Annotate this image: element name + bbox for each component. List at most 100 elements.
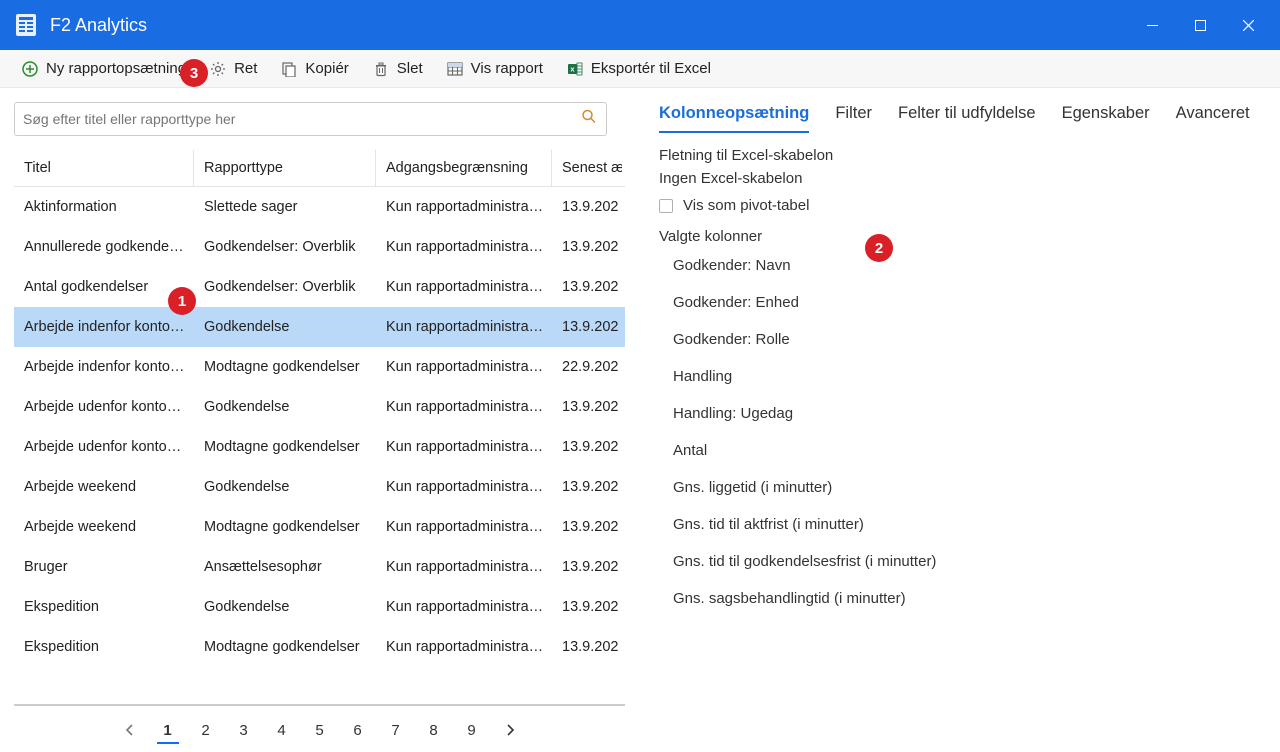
table-row[interactable]: Annullerede godkendelserGodkendelser: Ov…: [14, 227, 625, 267]
selected-column-item[interactable]: Handling: [673, 368, 1262, 385]
cell-access: Kun rapportadministratorer: [376, 319, 552, 335]
table-row[interactable]: Arbejde indenfor kontortidGodkendelseKun…: [14, 307, 625, 347]
copy-label: Kopiér: [305, 60, 348, 77]
selected-column-item[interactable]: Gns. tid til aktfrist (i minutter): [673, 516, 1262, 533]
table-row[interactable]: Arbejde weekendModtagne godkendelserKun …: [14, 507, 625, 547]
pivot-checkbox-row[interactable]: Vis som pivot-tabel: [659, 197, 1262, 214]
tab-filter[interactable]: Filter: [835, 98, 872, 133]
page-4[interactable]: 4: [271, 718, 293, 744]
cell-title: Arbejde weekend: [14, 479, 194, 495]
selected-column-item[interactable]: Godkender: Navn: [673, 257, 1262, 274]
tab-kolonneopsætning[interactable]: Kolonneopsætning: [659, 98, 809, 133]
gear-icon: [210, 61, 226, 77]
cell-type: Modtagne godkendelser: [194, 359, 376, 375]
search-icon[interactable]: [581, 109, 597, 130]
delete-label: Slet: [397, 60, 423, 77]
page-prev[interactable]: [119, 718, 141, 744]
page-3[interactable]: 3: [233, 718, 255, 744]
table-row[interactable]: Arbejde indenfor kontortidModtagne godke…: [14, 347, 625, 387]
table-icon: [447, 61, 463, 77]
cell-type: Godkendelser: Overblik: [194, 239, 376, 255]
page-next[interactable]: [499, 718, 521, 744]
search-input[interactable]: [14, 102, 607, 136]
selected-column-item[interactable]: Handling: Ugedag: [673, 405, 1262, 422]
table-row[interactable]: Arbejde udenfor kontortid (u...Godkendel…: [14, 387, 625, 427]
cell-type: Godkendelse: [194, 479, 376, 495]
excel-icon: x: [567, 61, 583, 77]
cell-date: 13.9.202: [552, 439, 622, 455]
copy-button[interactable]: Kopiér: [269, 52, 360, 86]
cell-title: Annullerede godkendelser: [14, 239, 194, 255]
show-report-button[interactable]: Vis rapport: [435, 52, 555, 86]
cell-type: Modtagne godkendelser: [194, 639, 376, 655]
table-body: AktinformationSlettede sagerKun rapporta…: [14, 187, 625, 667]
checkbox-icon[interactable]: [659, 199, 673, 213]
cell-title: Arbejde udenfor kontortid (u...: [14, 399, 194, 415]
table-row[interactable]: EkspeditionModtagne godkendelserKun rapp…: [14, 627, 625, 667]
cell-date: 13.9.202: [552, 599, 622, 615]
col-header-access[interactable]: Adgangsbegrænsning: [376, 150, 552, 186]
cell-type: Godkendelse: [194, 399, 376, 415]
maximize-button[interactable]: [1176, 5, 1224, 45]
table-row[interactable]: BrugerAnsættelsesophørKun rapportadminis…: [14, 547, 625, 587]
selected-column-item[interactable]: Antal: [673, 442, 1262, 459]
page-9[interactable]: 9: [461, 718, 483, 744]
table-header: Titel Rapporttype Adgangsbegrænsning Sen…: [14, 150, 625, 187]
table-row[interactable]: Antal godkendelserGodkendelser: Overblik…: [14, 267, 625, 307]
cell-access: Kun rapportadministratorer: [376, 639, 552, 655]
show-report-label: Vis rapport: [471, 60, 543, 77]
cell-title: Arbejde indenfor kontortid: [14, 359, 194, 375]
table-row[interactable]: Arbejde weekendGodkendelseKun rapportadm…: [14, 467, 625, 507]
selected-column-item[interactable]: Godkender: Enhed: [673, 294, 1262, 311]
close-button[interactable]: [1224, 5, 1272, 45]
app-icon: [16, 13, 36, 37]
selected-column-item[interactable]: Gns. tid til godkendelsesfrist (i minutt…: [673, 553, 1262, 570]
page-8[interactable]: 8: [423, 718, 445, 744]
right-panel: Kolonneopsætning Filter Felter til udfylde…: [625, 88, 1280, 752]
annotation-1: 1: [168, 287, 196, 315]
selected-column-item[interactable]: Gns. sagsbehandlingtid (i minutter): [673, 590, 1262, 607]
tab-avanceret[interactable]: Avanceret: [1176, 98, 1250, 133]
cell-type: Godkendelse: [194, 599, 376, 615]
pagination: 123456789: [14, 706, 625, 744]
plus-circle-icon: [22, 61, 38, 77]
selected-column-item[interactable]: Godkender: Rolle: [673, 331, 1262, 348]
column-setup-panel: Fletning til Excel-skabelon Ingen Excel-…: [659, 147, 1262, 607]
cell-title: Ekspedition: [14, 639, 194, 655]
search-container: [14, 102, 607, 136]
trash-icon: [373, 61, 389, 77]
page-6[interactable]: 6: [347, 718, 369, 744]
table-row[interactable]: AktinformationSlettede sagerKun rapporta…: [14, 187, 625, 227]
selected-columns-list: Godkender: Navn Godkender: Enhed Godkender…: [659, 257, 1262, 607]
selected-column-item[interactable]: Gns. liggetid (i minutter): [673, 479, 1262, 496]
page-7[interactable]: 7: [385, 718, 407, 744]
title-bar: F2 Analytics: [0, 0, 1280, 50]
col-header-date[interactable]: Senest æ: [552, 150, 622, 186]
page-1[interactable]: 1: [157, 718, 179, 744]
cell-date: 22.9.202: [552, 359, 622, 375]
table-row[interactable]: EkspeditionGodkendelseKun rapportadminis…: [14, 587, 625, 627]
edit-label: Ret: [234, 60, 257, 77]
cell-access: Kun rapportadministratorer: [376, 399, 552, 415]
annotation-2: 2: [865, 234, 893, 262]
page-2[interactable]: 2: [195, 718, 217, 744]
export-excel-label: Eksportér til Excel: [591, 60, 711, 77]
report-table: Titel Rapporttype Adgangsbegrænsning Sen…: [14, 150, 625, 706]
col-header-type[interactable]: Rapporttype: [194, 150, 376, 186]
cell-title: Arbejde weekend: [14, 519, 194, 535]
delete-button[interactable]: Slet: [361, 52, 435, 86]
pivot-label: Vis som pivot-tabel: [683, 197, 809, 214]
tab-felter-til-udfyldelse[interactable]: Felter til udfyldelse: [898, 98, 1036, 133]
page-5[interactable]: 5: [309, 718, 331, 744]
new-report-button[interactable]: Ny rapportopsætning: [10, 52, 198, 86]
col-header-title[interactable]: Titel: [14, 150, 194, 186]
minimize-button[interactable]: [1128, 5, 1176, 45]
export-excel-button[interactable]: x Eksportér til Excel: [555, 52, 723, 86]
table-row[interactable]: Arbejde udenfor kontortid (u...Modtagne …: [14, 427, 625, 467]
edit-button[interactable]: Ret: [198, 52, 269, 86]
tab-egenskaber[interactable]: Egenskaber: [1062, 98, 1150, 133]
right-tabs: Kolonneopsætning Filter Felter til udfylde…: [659, 98, 1262, 133]
cell-access: Kun rapportadministratorer: [376, 559, 552, 575]
window-controls: [1128, 5, 1272, 45]
cell-title: Aktinformation: [14, 199, 194, 215]
